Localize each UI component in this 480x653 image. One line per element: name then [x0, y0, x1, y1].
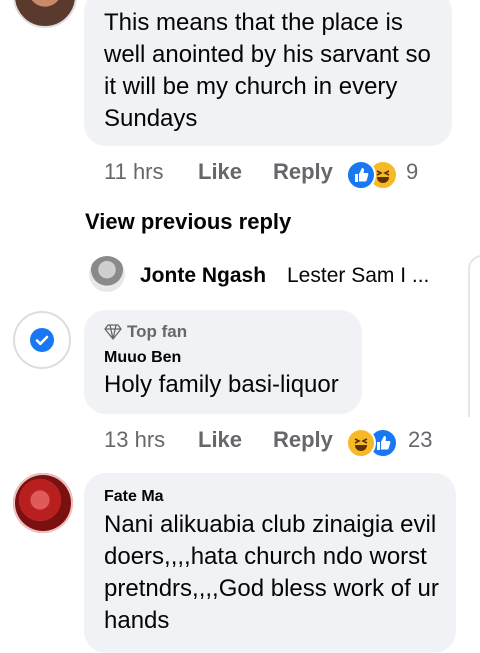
comment-text: Nani alikuabia club zinaigia evil doers,…	[104, 511, 439, 634]
comment-time[interactable]: 13 hrs	[104, 427, 165, 453]
like-button[interactable]: Like	[198, 159, 242, 185]
comment-text: Holy family basi-liquor	[104, 371, 339, 398]
reply-preview-author[interactable]: Jonte Ngash	[140, 264, 266, 288]
reaction-count: 23	[408, 427, 433, 452]
avatar[interactable]	[13, 473, 73, 533]
reply-button[interactable]: Reply	[273, 159, 333, 185]
comment-time[interactable]: 11 hrs	[104, 159, 164, 185]
reply-preview-snippet[interactable]: Lester Sam I ...	[287, 264, 429, 288]
like-icon	[346, 160, 376, 190]
reaction-summary[interactable]: 23	[346, 427, 436, 458]
diamond-icon	[104, 324, 122, 345]
divider	[468, 255, 480, 417]
comment-author[interactable]: Fate Ma	[104, 488, 164, 506]
verified-check-icon	[30, 328, 54, 352]
comment-text: This means that the place is well anoint…	[104, 9, 431, 132]
comment-author[interactable]: Muuo Ben	[104, 349, 181, 367]
view-previous-reply-link[interactable]: View previous reply	[85, 209, 291, 235]
haha-icon	[346, 428, 376, 458]
reply-button[interactable]: Reply	[273, 427, 333, 453]
reaction-count: 9	[406, 159, 419, 184]
reaction-summary[interactable]: 9	[346, 159, 420, 190]
like-button[interactable]: Like	[198, 427, 242, 453]
avatar[interactable]	[13, 311, 71, 369]
badge-label: Top fan	[127, 322, 188, 341]
avatar[interactable]	[13, 0, 77, 28]
avatar[interactable]	[89, 256, 125, 292]
